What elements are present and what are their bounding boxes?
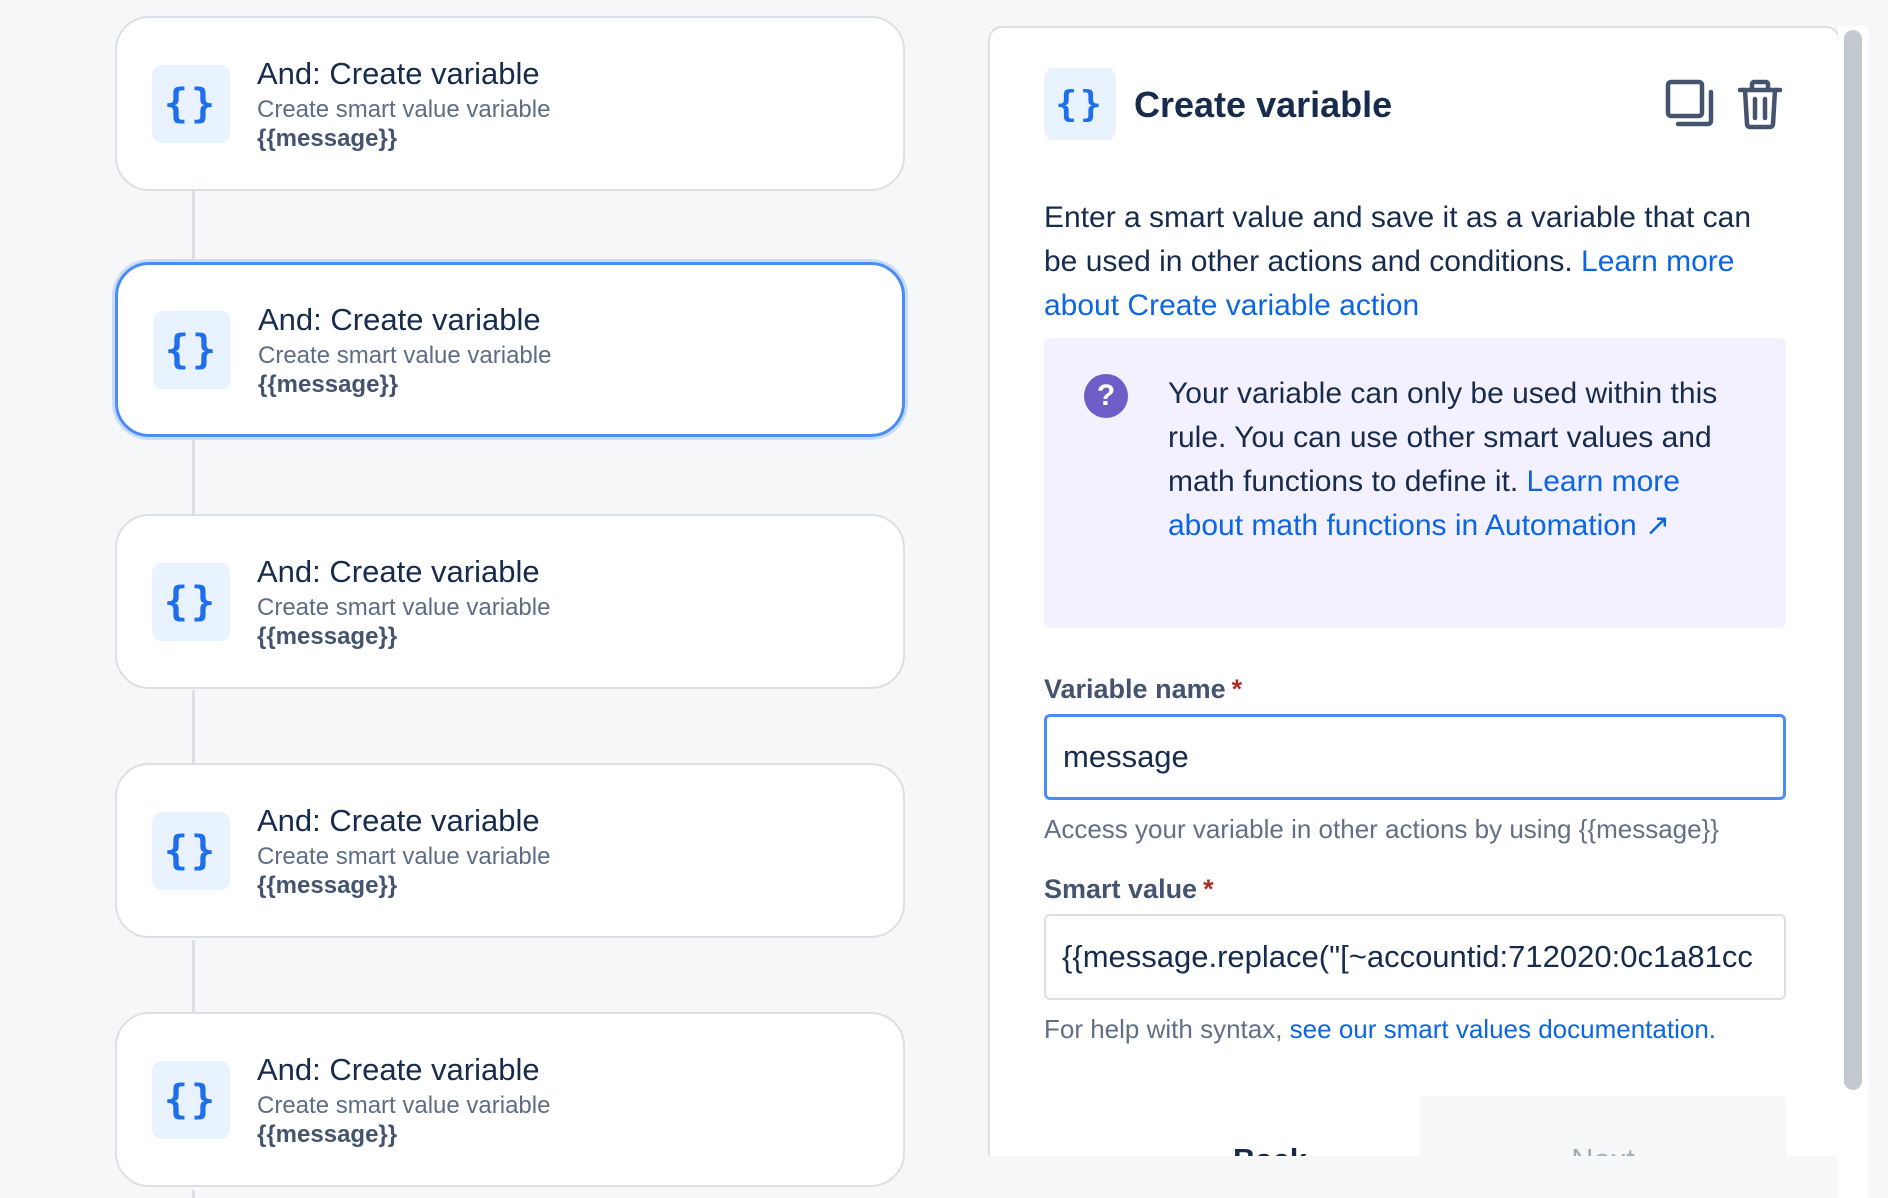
step-title: And: Create variable	[258, 301, 541, 337]
question-circle-icon: ?	[1084, 374, 1128, 418]
variable-name-help: Access your variable in other actions by…	[1044, 814, 1719, 844]
create-variable-panel: {} Create variable Enter a smart value a…	[988, 26, 1840, 1198]
smart-values-docs-link[interactable]: see our smart values documentation.	[1290, 1014, 1716, 1044]
panel-bottom-fade	[980, 1156, 1888, 1198]
step-variable: {{message}}	[257, 622, 398, 650]
curly-braces-icon: {}	[152, 562, 230, 641]
panel-title: Create variable	[1134, 84, 1393, 125]
flow-step-card[interactable]: {} And: Create variable Create smart val…	[115, 763, 905, 938]
curly-braces-icon: {}	[152, 1060, 230, 1139]
flow-step-card[interactable]: {} And: Create variable Create smart val…	[115, 1012, 905, 1187]
delete-button[interactable]	[1732, 76, 1788, 132]
curly-braces-icon: {}	[153, 310, 231, 389]
variable-name-input[interactable]	[1044, 714, 1786, 800]
panel-header: {} Create variable	[1044, 68, 1788, 142]
step-variable: {{message}}	[257, 1120, 398, 1148]
step-subtitle: Create smart value variable	[257, 1091, 551, 1119]
step-variable: {{message}}	[258, 370, 399, 398]
step-subtitle: Create smart value variable	[257, 842, 551, 870]
curly-braces-icon: {}	[152, 811, 230, 890]
step-title: And: Create variable	[257, 55, 540, 91]
duplicate-button[interactable]	[1662, 76, 1718, 132]
panel-scrollbar[interactable]	[1844, 30, 1862, 1090]
curly-braces-icon: {}	[152, 64, 230, 143]
trash-icon	[1737, 79, 1783, 130]
flow-connector	[192, 440, 195, 515]
flow-connector	[192, 940, 195, 1015]
smart-value-input[interactable]	[1044, 914, 1786, 1000]
required-marker: *	[1231, 674, 1243, 704]
step-subtitle: Create smart value variable	[257, 95, 551, 123]
step-variable: {{message}}	[257, 871, 398, 899]
flow-connector	[192, 1190, 195, 1198]
required-marker: *	[1203, 874, 1214, 904]
step-variable: {{message}}	[257, 124, 398, 152]
panel-description: Enter a smart value and save it as a var…	[1044, 196, 1784, 328]
curly-braces-icon: {}	[1044, 68, 1116, 140]
step-title: And: Create variable	[257, 802, 540, 838]
variable-name-label: Variable name *	[1044, 674, 1243, 704]
step-subtitle: Create smart value variable	[257, 593, 551, 621]
flow-connector	[192, 690, 195, 765]
flow-connector	[192, 190, 195, 260]
rule-flow: {} And: Create variable Create smart val…	[0, 0, 960, 1198]
step-subtitle: Create smart value variable	[258, 341, 552, 369]
step-title: And: Create variable	[257, 553, 540, 589]
duplicate-icon	[1665, 79, 1714, 127]
flow-step-card-selected[interactable]: {} And: Create variable Create smart val…	[115, 262, 905, 437]
smart-value-label: Smart value *	[1044, 874, 1214, 904]
flow-step-card[interactable]: {} And: Create variable Create smart val…	[115, 514, 905, 689]
smart-value-help: For help with syntax, see our smart valu…	[1044, 1014, 1716, 1045]
info-section-message: ? Your variable can only be used within …	[1044, 338, 1786, 628]
step-title: And: Create variable	[257, 1051, 540, 1087]
flow-step-card[interactable]: {} And: Create variable Create smart val…	[115, 16, 905, 191]
smart-value-help-text: For help with syntax,	[1044, 1014, 1283, 1044]
